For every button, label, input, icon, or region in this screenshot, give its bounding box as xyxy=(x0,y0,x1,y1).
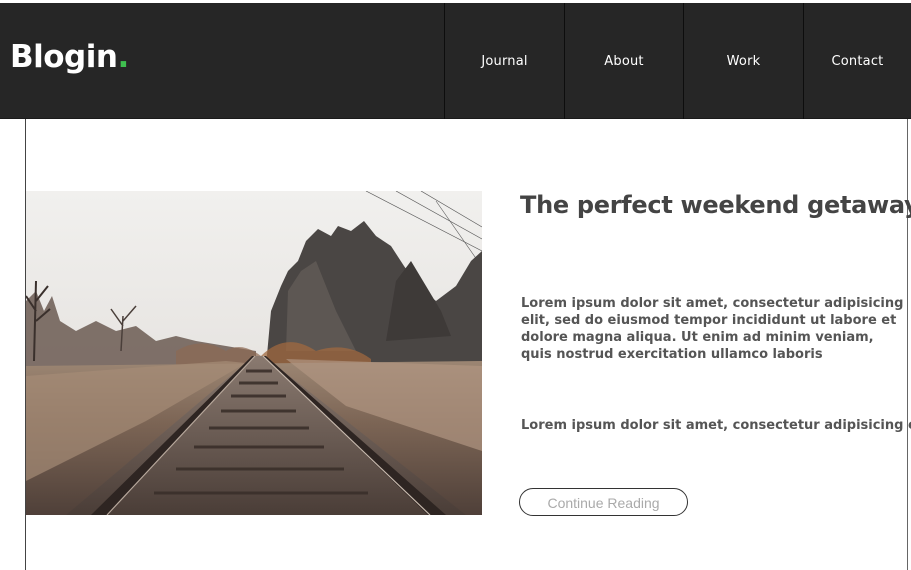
article-image[interactable] xyxy=(26,191,482,515)
site-logo[interactable]: Blogin. xyxy=(10,39,129,75)
content-border-right xyxy=(907,119,908,570)
nav-item-contact[interactable]: Contact xyxy=(803,3,911,119)
nav-item-work[interactable]: Work xyxy=(683,3,803,119)
railway-tracks-illustration xyxy=(26,191,482,515)
article-title[interactable]: The perfect weekend getaway xyxy=(520,189,911,221)
nav-item-journal[interactable]: Journal xyxy=(444,3,564,119)
main-nav: Journal About Work Contact xyxy=(444,3,911,119)
continue-reading-button[interactable]: Continue Reading xyxy=(519,488,688,516)
article-excerpt-1: Lorem ipsum dolor sit amet, consectetur … xyxy=(521,296,904,362)
logo-text: Blogin xyxy=(10,39,118,75)
article-excerpt-2: Lorem ipsum dolor sit amet, consectetur … xyxy=(521,418,911,433)
logo-dot: . xyxy=(117,39,129,75)
nav-item-about[interactable]: About xyxy=(564,3,683,119)
site-header: Blogin. Journal About Work Contact xyxy=(0,0,911,119)
